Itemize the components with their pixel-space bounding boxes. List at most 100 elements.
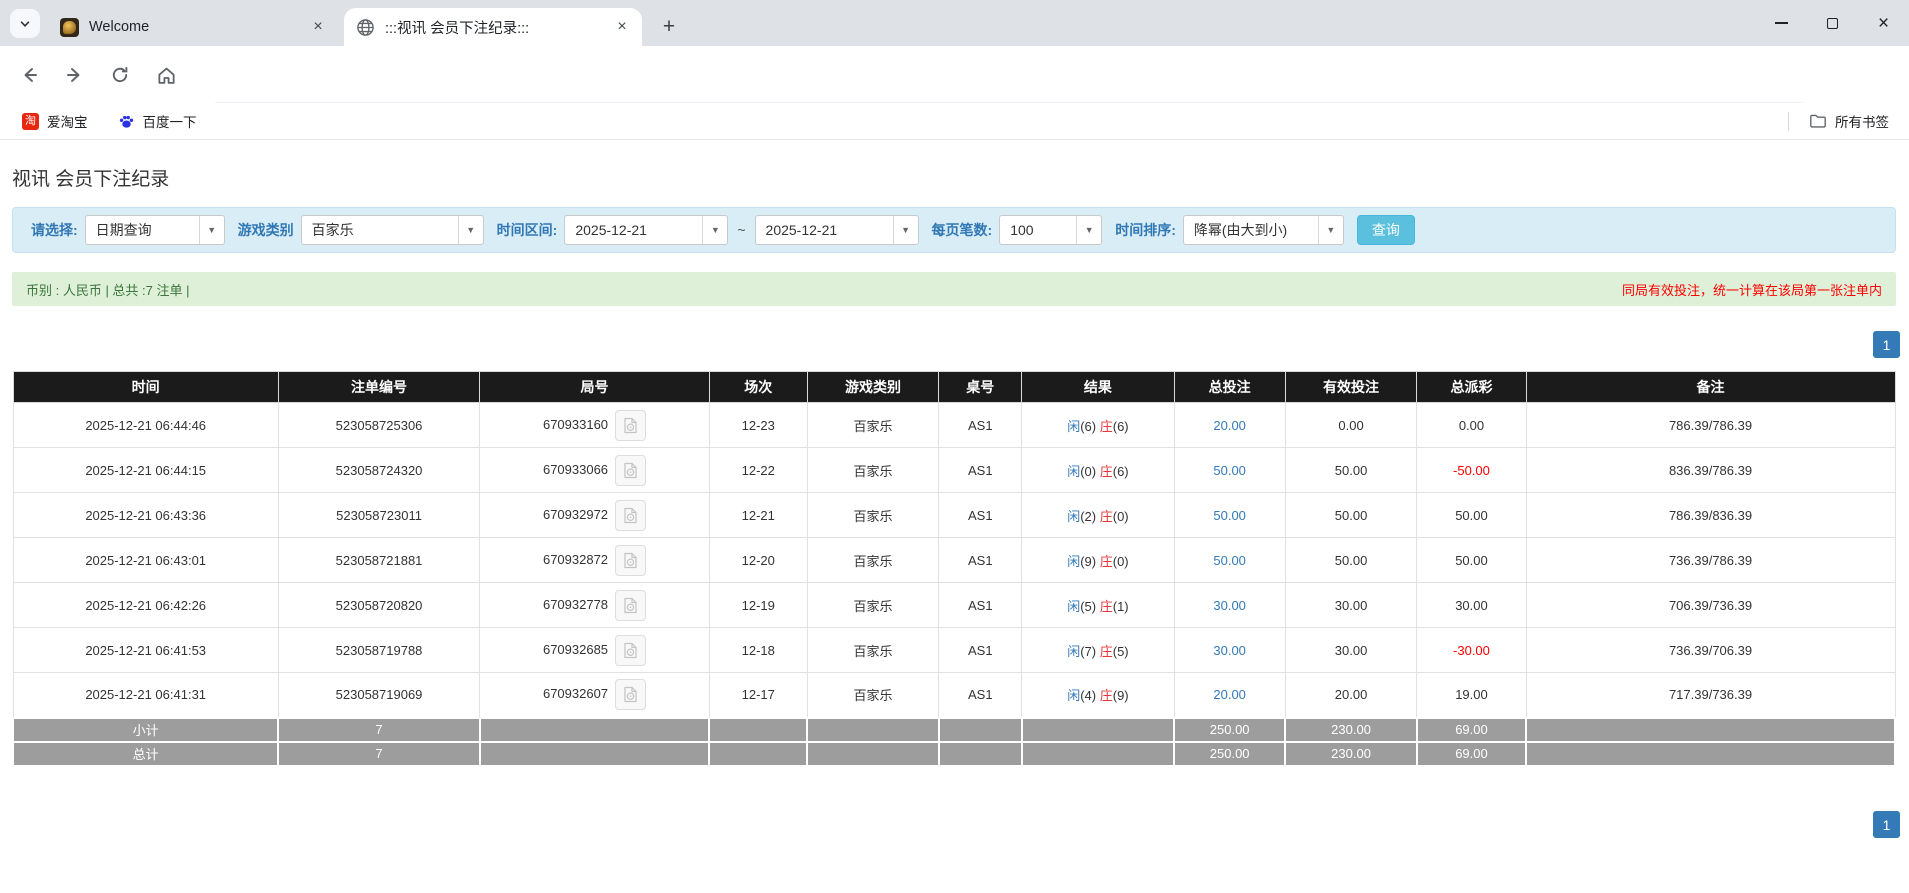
date-start-select[interactable]: 2025-12-21 ▼ <box>564 215 728 245</box>
cell-round-number: 670932607 <box>480 673 710 718</box>
cell-remark: 717.39/736.39 <box>1526 673 1895 718</box>
date-end-select[interactable]: 2025-12-21 ▼ <box>755 215 919 245</box>
cell-bet-number: 523058719788 <box>278 628 479 673</box>
player-result-label: 闲 <box>1067 509 1080 524</box>
round-number: 670932607 <box>543 686 608 701</box>
banker-result-label: 庄 <box>1100 419 1113 434</box>
cell-valid-bet: 30.00 <box>1285 628 1417 673</box>
video-replay-button[interactable] <box>615 410 646 441</box>
home-button[interactable] <box>150 59 182 91</box>
cell-session: 12-23 <box>709 403 807 448</box>
player-result-count: (7) <box>1080 644 1096 659</box>
column-header: 场次 <box>709 372 807 403</box>
column-header: 备注 <box>1526 372 1895 403</box>
round-number: 670933066 <box>543 461 608 476</box>
bookmark-taobao[interactable]: 淘 爱淘宝 <box>14 107 96 135</box>
totals-total-bet: 250.00 <box>1174 718 1285 742</box>
all-bookmarks-button[interactable]: 所有书签 <box>1803 107 1895 135</box>
tab-close-icon[interactable]: × <box>612 17 632 37</box>
cell-table-number: AS1 <box>939 628 1022 673</box>
player-result-label: 闲 <box>1067 644 1080 659</box>
validity-note: 同局有效投注，统一计算在该局第一张注单内 <box>1622 280 1882 299</box>
player-result-count: (0) <box>1080 464 1096 479</box>
video-replay-button[interactable] <box>615 679 646 710</box>
cell-time: 2025-12-21 06:44:46 <box>13 403 278 448</box>
chevron-down-icon[interactable]: ▼ <box>1076 216 1101 244</box>
cell-round-number: 670933160 <box>480 403 710 448</box>
chevron-down-icon[interactable]: ▼ <box>458 216 483 244</box>
banker-result-label: 庄 <box>1100 464 1113 479</box>
cell-time: 2025-12-21 06:41:31 <box>13 673 278 718</box>
chevron-down-icon[interactable]: ▼ <box>702 216 727 244</box>
cell-time: 2025-12-21 06:43:01 <box>13 538 278 583</box>
cell-result: 闲(2) 庄(0) <box>1022 493 1174 538</box>
totals-valid-bet: 230.00 <box>1285 718 1417 742</box>
range-separator: ~ <box>737 222 745 238</box>
totals-payout: 69.00 <box>1417 718 1526 742</box>
totals-empty <box>1526 742 1895 766</box>
tab-search-button[interactable] <box>10 9 40 38</box>
video-replay-button[interactable] <box>615 455 646 486</box>
window-maximize-button[interactable] <box>1807 0 1858 46</box>
bookmarks-bar: 淘 爱淘宝 百度一下 所有书签 <box>0 103 1909 140</box>
cell-table-number: AS1 <box>939 673 1022 718</box>
cell-round-number: 670933066 <box>480 448 710 493</box>
bookmark-baidu[interactable]: 百度一下 <box>110 107 205 135</box>
all-bookmarks-label: 所有书签 <box>1835 111 1889 131</box>
page-number-button-bottom[interactable]: 1 <box>1873 811 1900 838</box>
forward-button[interactable] <box>58 59 90 91</box>
totals-empty <box>939 718 1022 742</box>
cell-bet-number: 523058720820 <box>278 583 479 628</box>
video-replay-button[interactable] <box>615 590 646 621</box>
close-icon: × <box>1878 14 1889 33</box>
column-header: 局号 <box>480 372 710 403</box>
cell-payout: 50.00 <box>1417 538 1526 583</box>
cell-table-number: AS1 <box>939 403 1022 448</box>
cell-table-number: AS1 <box>939 583 1022 628</box>
per-page-value: 100 <box>1000 222 1076 238</box>
game-type-value: 百家乐 <box>302 220 458 240</box>
cell-bet-number: 523058725306 <box>278 403 479 448</box>
cell-bet-number: 523058721881 <box>278 538 479 583</box>
video-replay-button[interactable] <box>615 500 646 531</box>
reload-button[interactable] <box>104 59 136 91</box>
cell-session: 12-21 <box>709 493 807 538</box>
banker-result-count: (5) <box>1113 644 1129 659</box>
banker-result-count: (0) <box>1113 509 1129 524</box>
banker-result-count: (1) <box>1113 599 1129 614</box>
cell-valid-bet: 50.00 <box>1285 493 1417 538</box>
chevron-down-icon[interactable]: ▼ <box>893 216 918 244</box>
tab-close-icon[interactable]: × <box>308 17 328 37</box>
tab-welcome[interactable]: Welcome × <box>48 8 338 46</box>
new-tab-button[interactable]: + <box>654 12 684 42</box>
chevron-down-icon[interactable]: ▼ <box>199 216 224 244</box>
baidu-paw-icon <box>118 113 135 130</box>
maximize-icon <box>1827 18 1838 29</box>
back-button[interactable] <box>14 59 46 91</box>
reload-icon <box>110 65 130 85</box>
table-row: 2025-12-21 06:41:53523058719788670932685… <box>13 628 1895 673</box>
window-close-button[interactable]: × <box>1858 0 1909 46</box>
minimize-icon <box>1775 22 1788 24</box>
cell-result: 闲(5) 庄(1) <box>1022 583 1174 628</box>
banker-result-label: 庄 <box>1100 644 1113 659</box>
date-end-value: 2025-12-21 <box>756 222 893 238</box>
globe-icon <box>356 18 375 37</box>
bookmark-label: 爱淘宝 <box>47 111 88 131</box>
tab-bet-record[interactable]: :::视讯 会员下注纪录::: × <box>344 8 642 46</box>
video-replay-button[interactable] <box>615 545 646 576</box>
time-range-label: 时间区间: <box>497 220 558 240</box>
player-result-count: (6) <box>1080 419 1096 434</box>
chevron-down-icon[interactable]: ▼ <box>1318 216 1343 244</box>
query-type-select[interactable]: 日期查询 ▼ <box>85 215 225 245</box>
bookmarks-separator <box>1788 112 1789 131</box>
search-button[interactable]: 查询 <box>1357 215 1415 245</box>
sort-order-select[interactable]: 降幂(由大到小) ▼ <box>1183 215 1344 245</box>
page-number-button-top[interactable]: 1 <box>1873 331 1900 358</box>
player-result-label: 闲 <box>1067 599 1080 614</box>
game-type-select[interactable]: 百家乐 ▼ <box>301 215 484 245</box>
window-minimize-button[interactable] <box>1756 0 1807 46</box>
per-page-select[interactable]: 100 ▼ <box>999 215 1102 245</box>
browser-tab-strip: Welcome × :::视讯 会员下注纪录::: × + × <box>0 0 1909 46</box>
video-replay-button[interactable] <box>615 635 646 666</box>
